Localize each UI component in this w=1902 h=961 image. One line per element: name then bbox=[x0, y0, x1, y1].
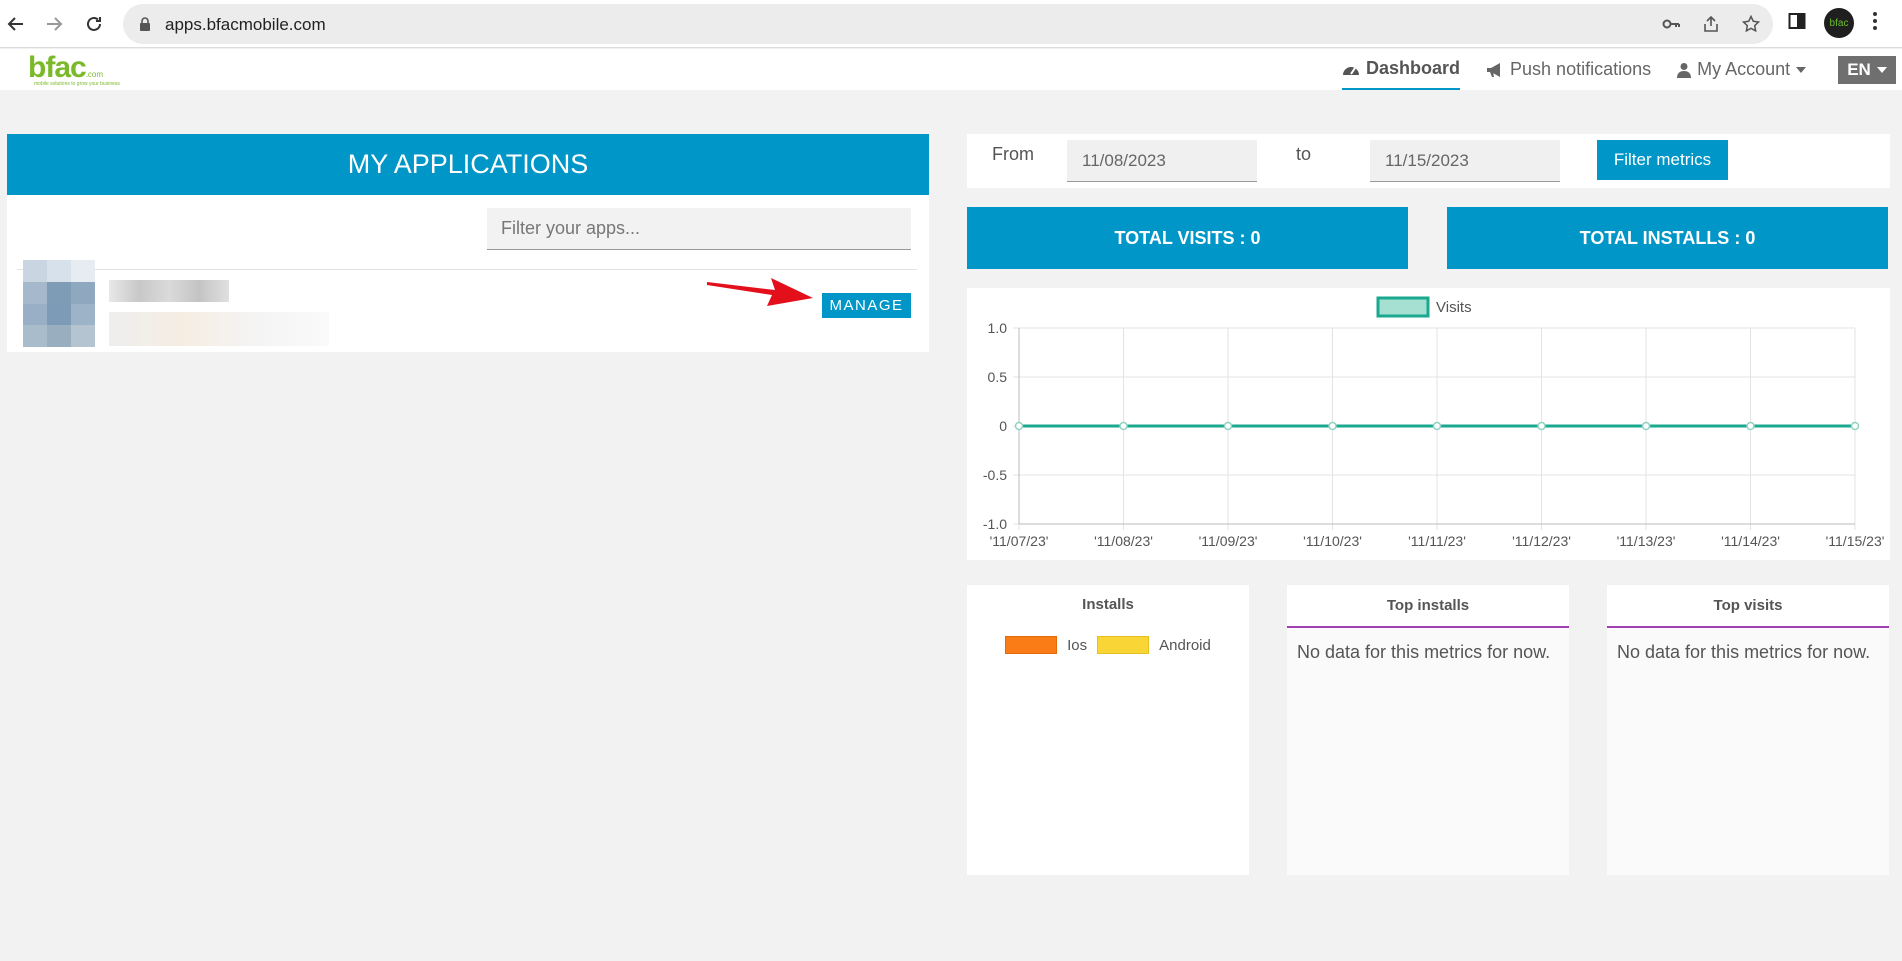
app-icon-image bbox=[23, 260, 95, 347]
top-visits-title: Top visits bbox=[1713, 597, 1783, 614]
browser-toolbar: apps.bfacmobile.com bfac bbox=[0, 0, 1902, 48]
visits-data-point bbox=[1119, 421, 1128, 431]
bullhorn-icon bbox=[1487, 62, 1501, 77]
logo-domain: .com bbox=[85, 70, 104, 79]
red-arrow-annotation bbox=[707, 278, 813, 306]
sidepanel-icon[interactable] bbox=[1788, 12, 1806, 35]
filter-apps-input[interactable] bbox=[487, 208, 911, 250]
address-bar[interactable]: apps.bfacmobile.com bbox=[123, 4, 1773, 44]
bfac-logo[interactable]: bfac.com mobile solutions to grow your b… bbox=[28, 51, 120, 87]
visits-data-point bbox=[1223, 421, 1233, 431]
nav-push-notifications[interactable]: Push notifications bbox=[1486, 49, 1651, 90]
reload-button[interactable] bbox=[80, 10, 108, 38]
top-navigation: Dashboard Push notifications My Account bbox=[1342, 49, 1807, 90]
manage-app-button[interactable]: MANAGE bbox=[822, 293, 911, 318]
ios-legend-swatch bbox=[1005, 636, 1058, 654]
url-text: apps.bfacmobile.com bbox=[165, 15, 326, 34]
star-icon[interactable] bbox=[1741, 14, 1761, 34]
x-tick-label: '11/09/23' bbox=[1199, 533, 1258, 549]
total-visits-box: TOTAL VISITS : 0 bbox=[967, 207, 1408, 269]
installs-legend: Ios Android bbox=[967, 636, 1249, 654]
top-installs-title: Top installs bbox=[1386, 597, 1470, 614]
nav-dashboard-label: Dashboard bbox=[1366, 58, 1461, 78]
caret-down-icon bbox=[1876, 67, 1887, 73]
back-button[interactable] bbox=[2, 10, 30, 38]
my-applications-panel: MY APPLICATIONS bbox=[7, 134, 929, 352]
date-filter-bar: From 11/08/2023 to 11/15/2023 Filter met… bbox=[967, 134, 1890, 188]
visits-data-point bbox=[1537, 421, 1546, 431]
from-date-input[interactable]: 11/08/2023 bbox=[1067, 140, 1257, 182]
visits-legend-label: Visits bbox=[1436, 299, 1472, 316]
nav-dashboard[interactable]: Dashboard bbox=[1342, 49, 1461, 90]
installs-card-title: Installs bbox=[1082, 596, 1134, 613]
apps-panel-title: MY APPLICATIONS bbox=[7, 134, 929, 195]
forward-arrow-icon bbox=[47, 17, 63, 31]
x-tick-label: '11/12/23' bbox=[1512, 533, 1571, 549]
nav-my-account[interactable]: My Account bbox=[1677, 49, 1807, 90]
nav-push-label: Push notifications bbox=[1510, 59, 1652, 79]
y-tick-label: -0.5 bbox=[983, 467, 1007, 483]
dashboard-gauge-icon bbox=[1343, 66, 1359, 75]
caret-down-icon bbox=[1796, 66, 1807, 73]
language-selector[interactable]: EN bbox=[1838, 56, 1896, 84]
logo-word: bfac bbox=[28, 51, 87, 84]
app-subtitle-redacted bbox=[109, 312, 329, 346]
filter-metrics-button[interactable]: Filter metrics bbox=[1597, 140, 1728, 180]
x-tick-label: '11/14/23' bbox=[1721, 533, 1780, 549]
x-tick-label: '11/07/23' bbox=[990, 533, 1049, 549]
installs-card: Installs Ios Android bbox=[967, 585, 1249, 875]
to-label: to bbox=[1296, 144, 1312, 164]
x-tick-label: '11/11/23' bbox=[1408, 533, 1466, 549]
forward-button[interactable] bbox=[40, 10, 68, 38]
back-arrow-icon bbox=[7, 17, 23, 31]
android-legend-label: Android bbox=[1159, 636, 1211, 654]
ios-legend-label: Ios bbox=[1067, 636, 1088, 654]
logo-tagline: mobile solutions to grow your business bbox=[34, 81, 120, 87]
key-icon[interactable] bbox=[1661, 14, 1681, 34]
top-installs-empty-message: No data for this metrics for now. bbox=[1297, 642, 1551, 662]
x-tick-label: '11/13/23' bbox=[1617, 533, 1676, 549]
top-installs-card: Top installs No data for this metrics fo… bbox=[1287, 585, 1569, 875]
visits-data-point bbox=[1328, 421, 1337, 431]
lock-icon bbox=[140, 17, 150, 31]
from-label: From bbox=[992, 144, 1034, 164]
y-tick-label: 1.0 bbox=[988, 320, 1008, 336]
visits-data-point bbox=[1014, 421, 1024, 431]
x-tick-label: '11/10/23' bbox=[1303, 533, 1362, 549]
top-visits-card: Top visits No data for this metrics for … bbox=[1607, 585, 1889, 875]
app-name-redacted bbox=[109, 280, 229, 302]
visits-legend-swatch bbox=[1376, 296, 1430, 318]
y-tick-label: 0 bbox=[999, 418, 1007, 434]
language-label: EN bbox=[1847, 60, 1871, 79]
visits-chart: 1.0 0.5 0 -0.5 -1.0'11/07/23' '11/08/23' '11/0… bbox=[967, 288, 1890, 560]
visits-data-point bbox=[1746, 421, 1755, 431]
x-tick-label: '11/08/23' bbox=[1094, 533, 1153, 549]
y-tick-label: -1.0 bbox=[983, 516, 1007, 532]
android-legend-swatch bbox=[1097, 636, 1150, 654]
top-visits-empty-message: No data for this metrics for now. bbox=[1617, 642, 1871, 662]
total-installs-box: TOTAL INSTALLS : 0 bbox=[1447, 207, 1888, 269]
user-icon bbox=[1677, 62, 1692, 78]
app-header: bfac.com mobile solutions to grow your b… bbox=[0, 49, 1902, 90]
reload-icon bbox=[87, 16, 101, 31]
x-tick-label: '11/15/23' bbox=[1826, 533, 1885, 549]
y-tick-label: 0.5 bbox=[988, 369, 1008, 385]
more-menu-icon[interactable] bbox=[1872, 11, 1878, 36]
to-date-input[interactable]: 11/15/2023 bbox=[1370, 140, 1560, 182]
share-icon[interactable] bbox=[1701, 14, 1721, 34]
profile-avatar[interactable]: bfac bbox=[1824, 8, 1854, 38]
visits-data-point bbox=[1641, 421, 1651, 431]
nav-account-label: My Account bbox=[1697, 59, 1791, 79]
visits-chart-svg: 1.0 0.5 0 -0.5 -1.0'11/07/23' '11/08/23' '11/0… bbox=[983, 296, 1885, 549]
visits-data-point bbox=[1432, 421, 1442, 431]
visits-data-point bbox=[1850, 421, 1860, 431]
